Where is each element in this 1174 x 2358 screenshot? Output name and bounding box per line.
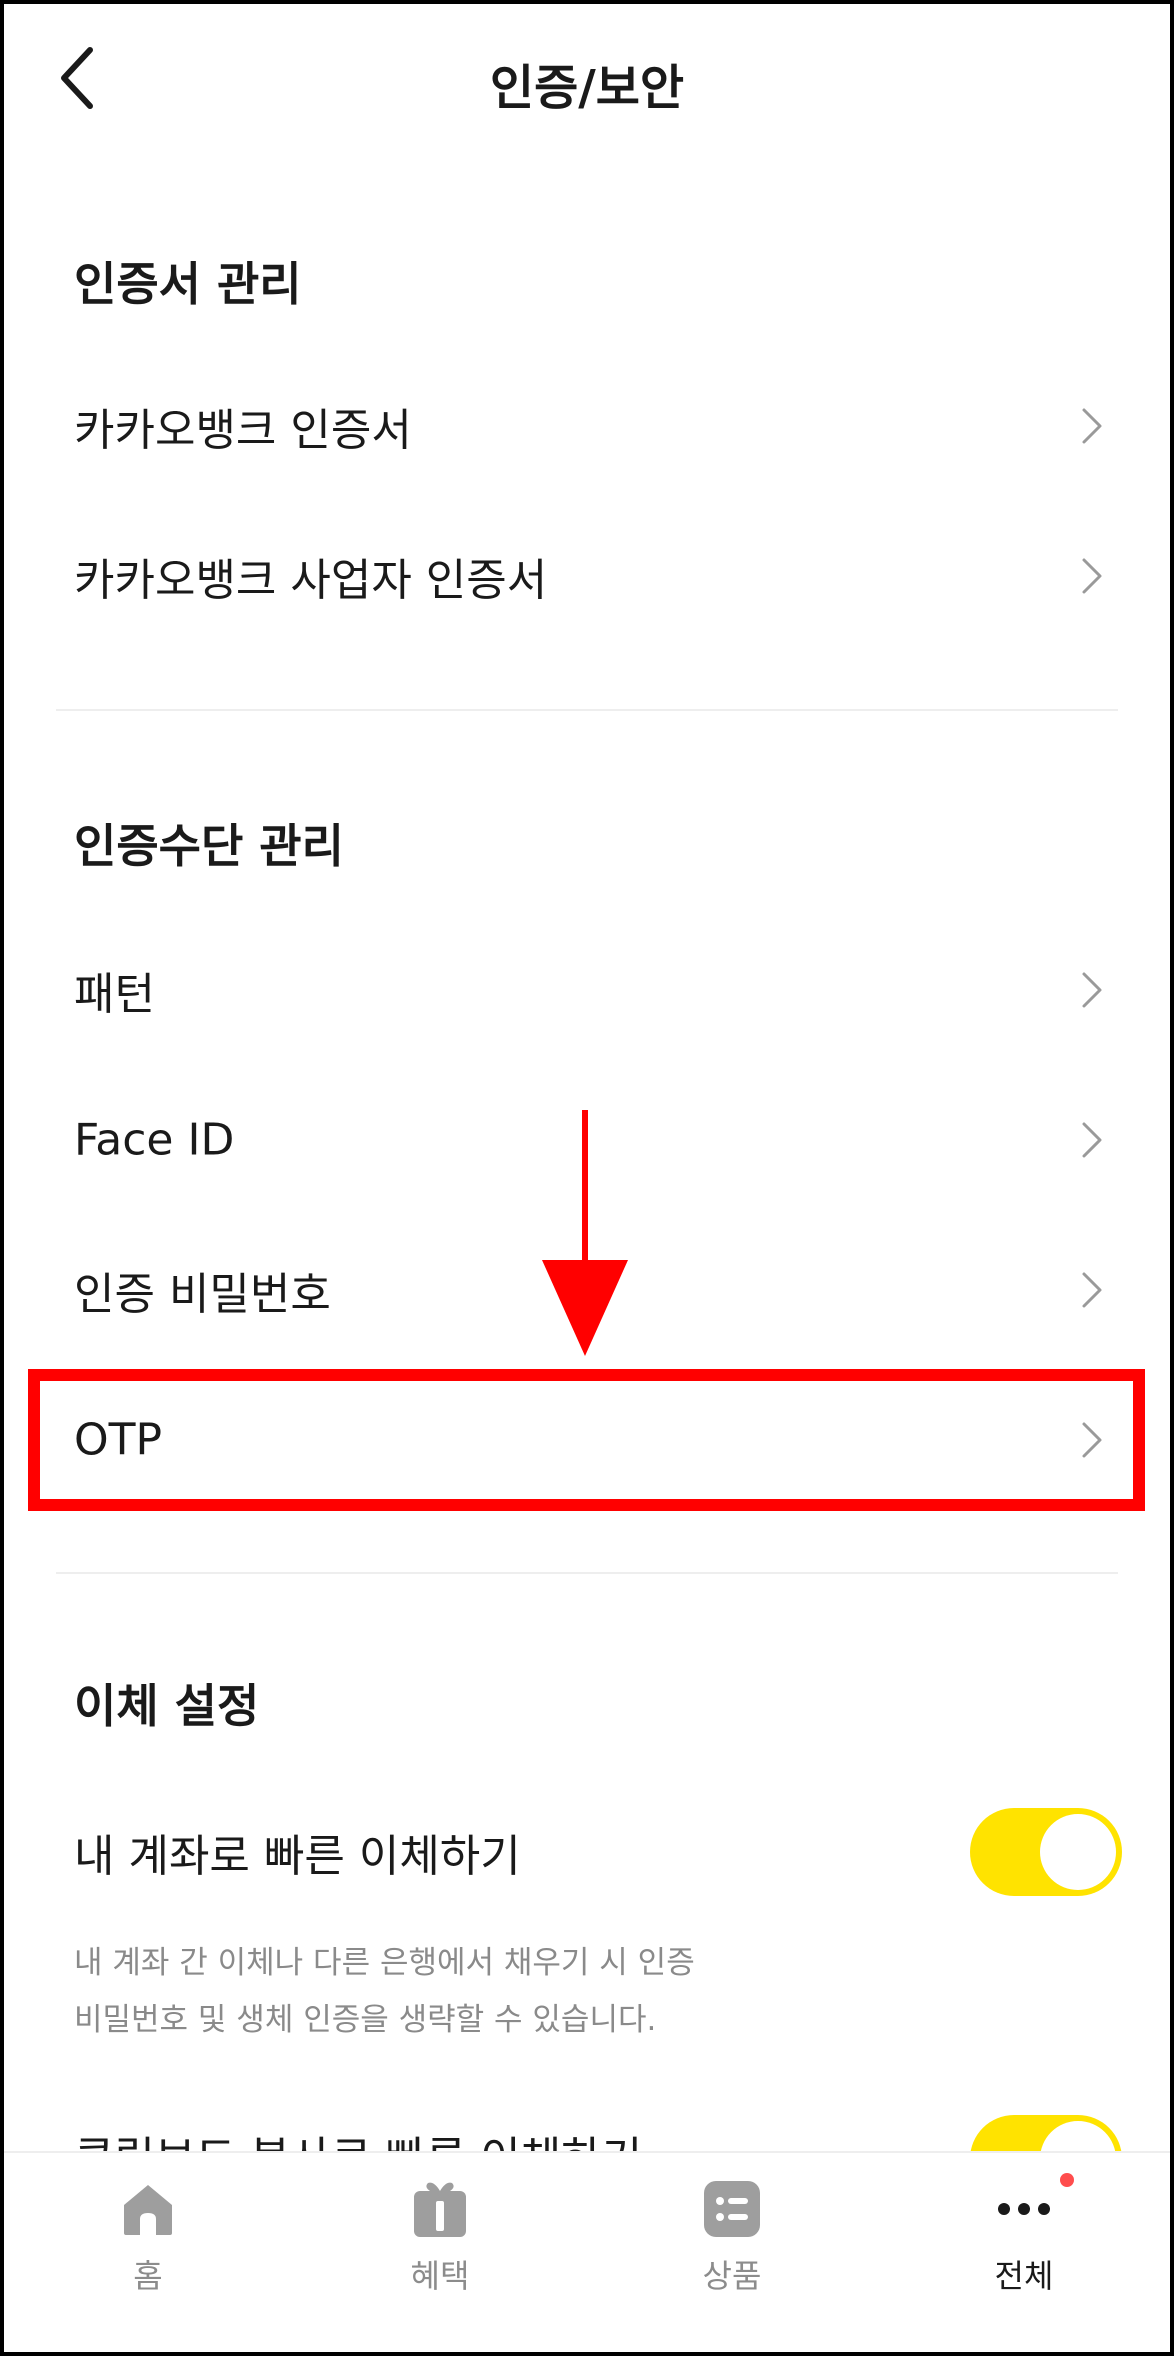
row-label: 인증 비밀번호 [74, 1269, 331, 1320]
notification-badge [1060, 2173, 1074, 2187]
gift-icon [414, 2182, 466, 2237]
row-label: 카카오뱅크 인증서 [74, 405, 412, 456]
nav-label: 상품 [702, 2257, 762, 2295]
nav-item-products[interactable]: 상품 [632, 2153, 832, 2343]
nav-item-all[interactable]: 전체 [924, 2153, 1124, 2343]
more-icon [998, 2203, 1050, 2215]
chevron-right-icon [1082, 1272, 1102, 1308]
row-kakaobank-certificate[interactable]: 카카오뱅크 인증서 [56, 366, 1118, 486]
row-kakaobank-business-certificate[interactable]: 카카오뱅크 사업자 인증서 [56, 516, 1118, 636]
annotation-arrow-down-icon [542, 1110, 628, 1356]
section-title-certificate: 인증서 관리 [74, 257, 302, 311]
annotation-highlight-box [28, 1369, 1145, 1511]
nav-label: 혜택 [410, 2257, 470, 2295]
nav-item-benefits[interactable]: 혜택 [340, 2153, 540, 2343]
row-label: 카카오뱅크 사업자 인증서 [74, 555, 548, 606]
chevron-right-icon [1082, 408, 1102, 444]
header: 인증/보안 [0, 0, 1174, 160]
bottom-navigation: 홈 혜택 상품 전체 [0, 2151, 1174, 2358]
quick-transfer-description: 내 계좌 간 이체나 다른 은행에서 채우기 시 인증 비밀번호 및 생체 인증… [74, 1935, 834, 2049]
chevron-right-icon [1082, 1122, 1102, 1158]
nav-item-home[interactable]: 홈 [48, 2153, 248, 2343]
row-label: Face ID [74, 1114, 235, 1166]
home-icon [124, 2185, 172, 2235]
toggle-knob [1040, 1814, 1116, 1890]
description-line: 내 계좌 간 이체나 다른 은행에서 채우기 시 인증 [74, 1945, 695, 1981]
quick-transfer-label: 내 계좌로 빠른 이체하기 [74, 1831, 521, 1882]
quick-transfer-toggle[interactable] [970, 1808, 1122, 1896]
list-icon [704, 2181, 760, 2237]
chevron-right-icon [1082, 558, 1102, 594]
page-title: 인증/보안 [489, 60, 685, 116]
chevron-right-icon [1082, 972, 1102, 1008]
row-pattern[interactable]: 패턴 [56, 930, 1118, 1050]
section-title-auth-method: 인증수단 관리 [74, 819, 344, 873]
description-line: 비밀번호 및 생체 인증을 생략할 수 있습니다. [74, 2002, 657, 2038]
section-title-transfer: 이체 설정 [74, 1679, 260, 1733]
nav-label: 홈 [133, 2257, 163, 2295]
section-divider [56, 709, 1118, 711]
row-label: 패턴 [74, 969, 155, 1020]
section-divider [56, 1572, 1118, 1574]
nav-label: 전체 [994, 2257, 1054, 2295]
